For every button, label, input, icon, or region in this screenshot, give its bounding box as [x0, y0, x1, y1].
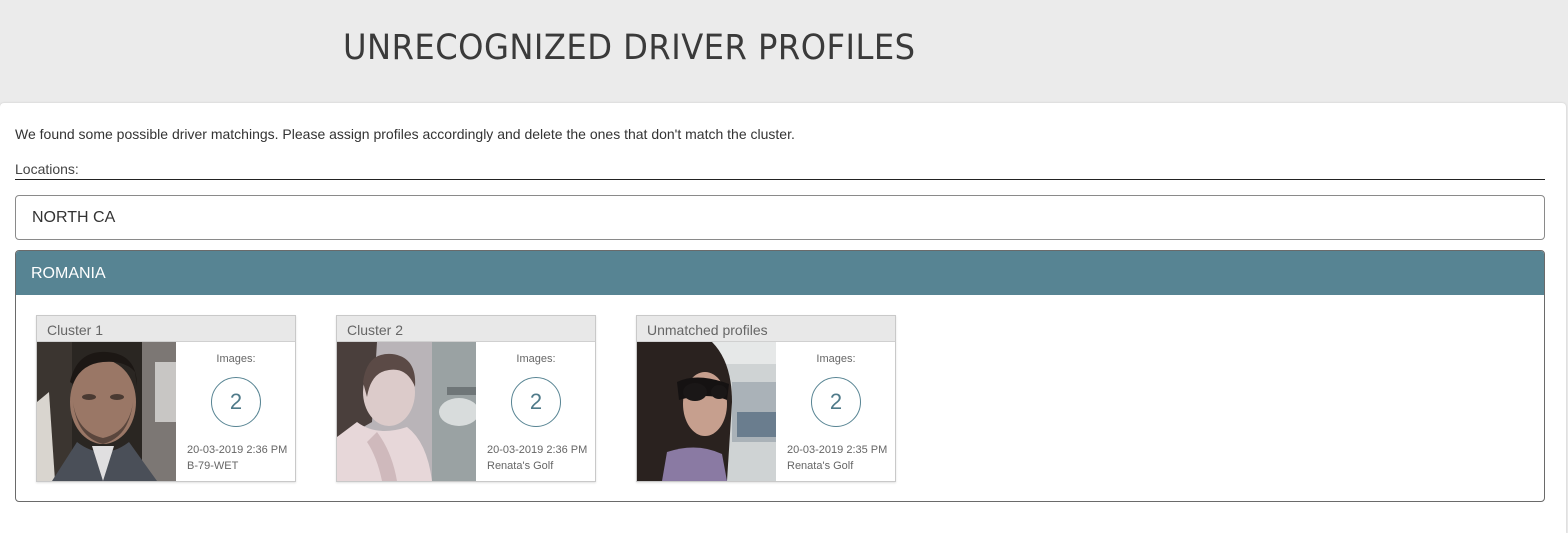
divider	[15, 179, 1545, 180]
card-title: Cluster 1	[47, 322, 104, 338]
location-north-ca[interactable]: NORTH CA	[15, 195, 1545, 240]
card-timestamp: 20-03-2019 2:36 PM	[487, 444, 588, 456]
driver-photo[interactable]	[337, 342, 476, 481]
cluster-card-1[interactable]: Cluster 1 Images: 2 20-03-2019 2:36 PM B…	[36, 315, 296, 482]
main-content: We found some possible driver matchings.…	[0, 103, 1566, 533]
images-label: Images:	[216, 353, 256, 365]
card-header: Cluster 1	[37, 316, 295, 342]
card-vehicle: B-79-WET	[187, 460, 239, 472]
group-name: ROMANIA	[31, 265, 106, 282]
page-header: UNRECOGNIZED DRIVER PROFILES	[0, 0, 1568, 103]
card-timestamp: 20-03-2019 2:35 PM	[787, 444, 888, 456]
card-title: Cluster 2	[347, 322, 404, 338]
image-count-badge: 2	[811, 377, 861, 427]
card-header: Unmatched profiles	[637, 316, 895, 342]
intro-text: We found some possible driver matchings.…	[15, 126, 795, 142]
card-vehicle: Renata's Golf	[487, 460, 554, 472]
image-count-badge: 2	[211, 377, 261, 427]
card-timestamp: 20-03-2019 2:36 PM	[187, 444, 288, 456]
driver-photo[interactable]	[37, 342, 176, 481]
card-info: Images: 2 20-03-2019 2:36 PM Renata's Go…	[476, 342, 596, 481]
locations-label: Locations:	[15, 161, 79, 177]
cluster-card-2[interactable]: Cluster 2 Images: 2 20-03-2019 2:36 PM R…	[336, 315, 596, 482]
unmatched-profiles-card[interactable]: Unmatched profiles Images: 2 20-03-2019 …	[636, 315, 896, 482]
group-header-romania[interactable]: ROMANIA	[16, 251, 1544, 295]
images-label: Images:	[516, 353, 556, 365]
page-title: UNRECOGNIZED DRIVER PROFILES	[343, 28, 916, 68]
card-info: Images: 2 20-03-2019 2:36 PM B-79-WET	[176, 342, 296, 481]
card-header: Cluster 2	[337, 316, 595, 342]
images-label: Images:	[816, 353, 856, 365]
driver-photo[interactable]	[637, 342, 776, 481]
image-count-badge: 2	[511, 377, 561, 427]
location-name: NORTH CA	[32, 209, 116, 226]
card-title: Unmatched profiles	[647, 322, 768, 338]
location-group-romania: ROMANIA Cluster 1 Images: 2 20-03-2019 2…	[15, 250, 1545, 502]
card-vehicle: Renata's Golf	[787, 460, 854, 472]
card-info: Images: 2 20-03-2019 2:35 PM Renata's Go…	[776, 342, 896, 481]
